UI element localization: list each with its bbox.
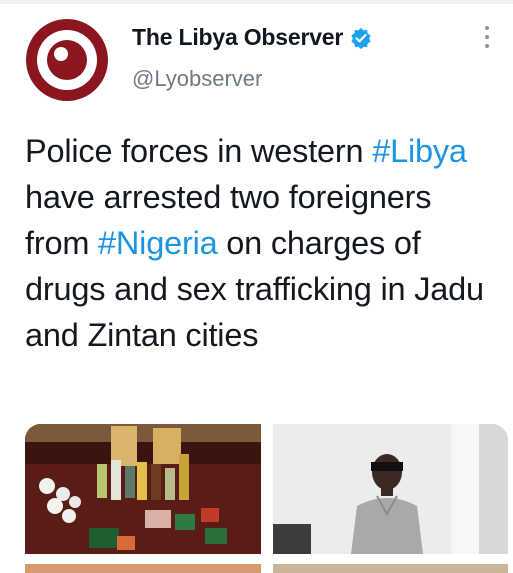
media-image-partial[interactable] (25, 564, 261, 573)
media-image-detained-man[interactable] (273, 424, 508, 554)
tweet-media-grid (25, 424, 508, 573)
verified-badge-icon (350, 27, 372, 49)
top-divider (0, 0, 513, 4)
hashtag-libya[interactable]: #Libya (372, 133, 467, 169)
libya-observer-logo-icon (26, 19, 108, 101)
account-name-row: The Libya Observer (132, 24, 372, 51)
media-image-seized-items[interactable] (25, 424, 261, 554)
account-handle[interactable]: @Lyobserver (132, 66, 262, 92)
more-options-icon[interactable] (482, 26, 492, 56)
profile-avatar[interactable] (25, 18, 109, 102)
media-image-partial[interactable] (273, 564, 508, 573)
hashtag-nigeria[interactable]: #Nigeria (98, 225, 218, 261)
tweet-text: Police forces in western #Libya have arr… (25, 128, 495, 358)
display-name[interactable]: The Libya Observer (132, 24, 343, 51)
tweet-text-segment: Police forces in western (25, 133, 373, 169)
